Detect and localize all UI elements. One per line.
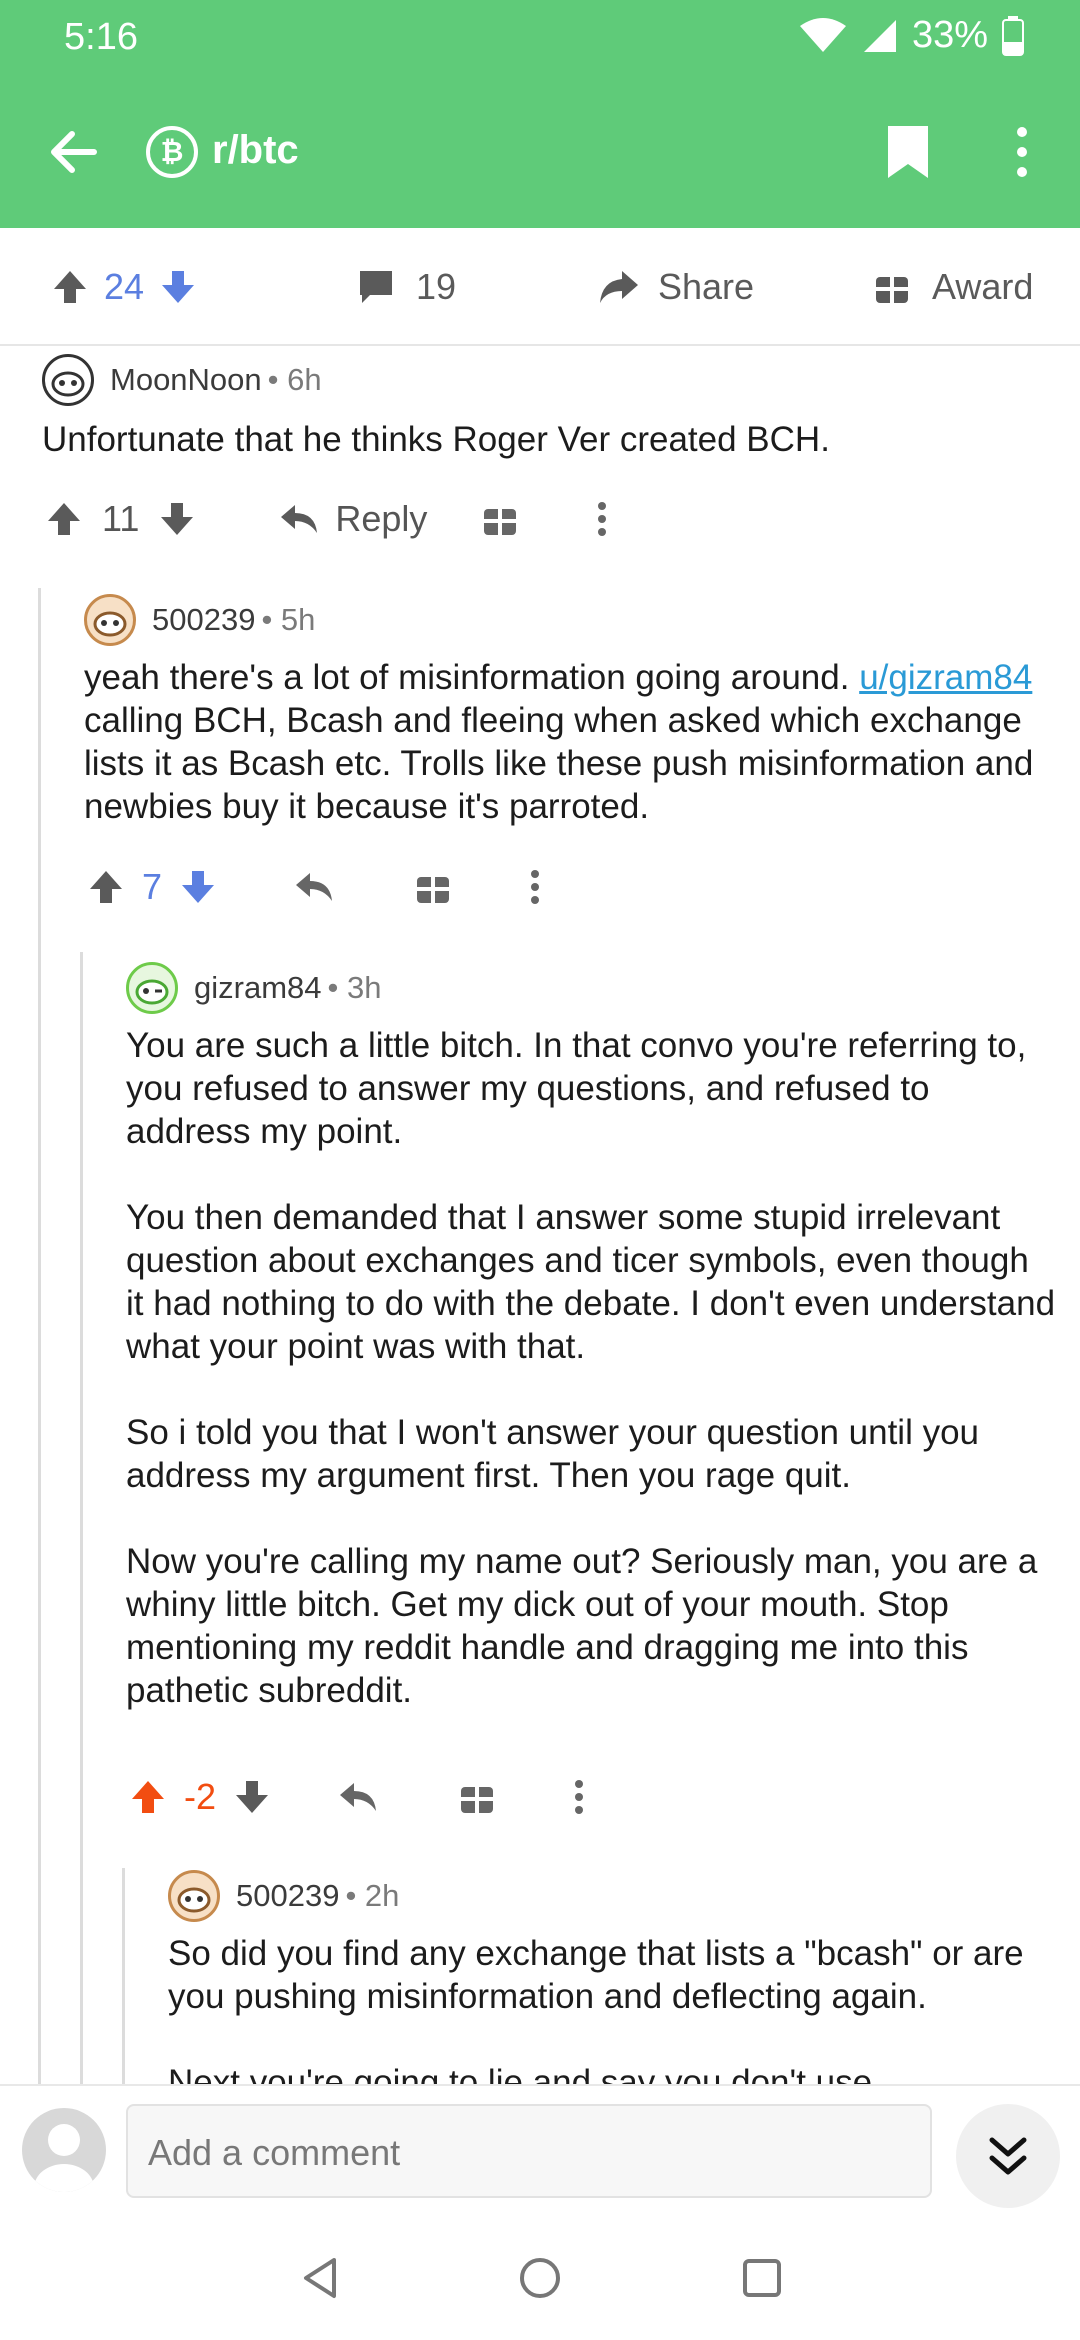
post-action-bar: 24 19 Share Award [0, 228, 1080, 346]
upvote-arrow-icon[interactable] [50, 267, 90, 307]
comment-actions: -2 [128, 1776, 584, 1818]
comment-header: 500239 • 2h [168, 1870, 399, 1922]
comment-body: You are such a little bitch. In that con… [126, 1026, 1056, 1710]
reply-button[interactable]: Reply [279, 498, 427, 540]
wifi-icon [799, 17, 846, 52]
award-label: Award [932, 266, 1034, 307]
comment-author[interactable]: 500239 [152, 602, 255, 638]
comment-score: -2 [184, 1776, 217, 1817]
upvote-arrow-icon[interactable] [44, 499, 84, 539]
comment-body: yeah there's a lot of misinformation goi… [84, 658, 1034, 826]
snoo-avatar-icon [51, 371, 85, 397]
comment-actions: 7 [86, 866, 540, 908]
downvote-arrow-icon[interactable] [158, 267, 198, 307]
thread-line[interactable] [122, 1868, 125, 2084]
bookmark-icon[interactable] [884, 124, 932, 180]
double-chevron-down-icon [989, 2137, 1027, 2175]
more-options-icon[interactable] [1010, 124, 1034, 180]
comment-author[interactable]: gizram84 [194, 970, 322, 1006]
comment-score: 11 [102, 498, 140, 539]
app-bar: 5:16 33% ₿ r/btc [0, 0, 1080, 228]
gift-icon[interactable] [483, 501, 517, 537]
reply-label: Reply [335, 498, 428, 539]
back-arrow-icon[interactable] [44, 122, 104, 182]
more-options-icon[interactable] [597, 501, 607, 537]
comment-author[interactable]: 500239 [236, 1878, 339, 1914]
status-time: 5:16 [64, 16, 138, 58]
avatar[interactable] [168, 1870, 220, 1922]
comment-age: • 2h [345, 1878, 400, 1913]
downvote-arrow-icon[interactable] [232, 1777, 272, 1817]
user-link[interactable]: u/gizram84 [859, 658, 1032, 697]
downvote-arrow-icon[interactable] [157, 499, 197, 539]
nav-recents-icon[interactable] [740, 2256, 784, 2300]
comments-count-button[interactable]: 19 [356, 266, 470, 308]
avatar[interactable] [126, 962, 178, 1014]
nav-home-icon[interactable] [518, 2256, 562, 2300]
comments-count: 19 [416, 266, 457, 307]
more-options-icon[interactable] [574, 1779, 584, 1815]
subreddit-icon: ₿ [146, 126, 198, 178]
comment-bubble-icon [360, 271, 392, 303]
gift-icon[interactable] [460, 1779, 494, 1815]
gift-icon[interactable] [416, 869, 450, 905]
share-label: Share [658, 266, 755, 307]
system-nav-bar [0, 2212, 1080, 2340]
comment-header: MoonNoon • 6h [42, 354, 322, 406]
comment-age: • 5h [261, 602, 316, 637]
post-score: 24 [104, 266, 145, 307]
battery-percent: 33% [911, 14, 988, 56]
comment-score: 7 [142, 866, 163, 907]
comment-author[interactable]: MoonNoon [110, 362, 262, 398]
comment-header: 500239 • 5h [84, 594, 315, 646]
downvote-arrow-icon[interactable] [178, 867, 218, 907]
thread-line[interactable] [80, 952, 83, 2084]
nav-back-icon[interactable] [298, 2256, 342, 2300]
comment-header: gizram84 • 3h [126, 962, 381, 1014]
toolbar: ₿ r/btc [0, 98, 1080, 208]
comment-input[interactable]: Add a comment [126, 2104, 932, 2198]
thread-line[interactable] [38, 588, 41, 2084]
reply-arrow-icon[interactable] [294, 869, 334, 905]
status-bar: 5:16 33% [0, 0, 1080, 78]
comment-actions: 11 Reply [44, 498, 607, 540]
avatar[interactable] [84, 594, 136, 646]
award-button[interactable]: Award [874, 266, 1047, 308]
collapse-threads-button[interactable] [956, 2104, 1060, 2208]
upvote-arrow-icon[interactable] [86, 867, 126, 907]
snoo-avatar-icon [177, 1887, 211, 1913]
battery-icon [1002, 15, 1024, 56]
reply-arrow-icon [281, 505, 318, 533]
comment-body: So did you find any exchange that lists … [168, 1934, 1024, 2084]
upvote-arrow-icon[interactable] [128, 1777, 168, 1817]
comment-composer-bar: Add a comment [0, 2084, 1080, 2212]
share-arrow-icon [600, 271, 638, 303]
more-options-icon[interactable] [530, 869, 540, 905]
user-avatar-icon [34, 2124, 94, 2192]
share-button[interactable]: Share [596, 266, 768, 308]
snoo-avatar-icon [135, 979, 169, 1005]
comment-body: Unfortunate that he thinks Roger Ver cre… [42, 420, 830, 459]
cell-signal-icon [863, 19, 896, 52]
comment-age: • 3h [327, 970, 382, 1005]
post-vote-group: 24 [50, 266, 198, 308]
snoo-avatar-icon [93, 611, 127, 637]
gift-icon [876, 271, 908, 303]
reply-arrow-icon[interactable] [338, 1779, 378, 1815]
comment-age: • 6h [267, 362, 322, 397]
avatar[interactable] [42, 354, 94, 406]
user-avatar[interactable] [22, 2108, 106, 2192]
subreddit-name[interactable]: r/btc [212, 128, 299, 173]
